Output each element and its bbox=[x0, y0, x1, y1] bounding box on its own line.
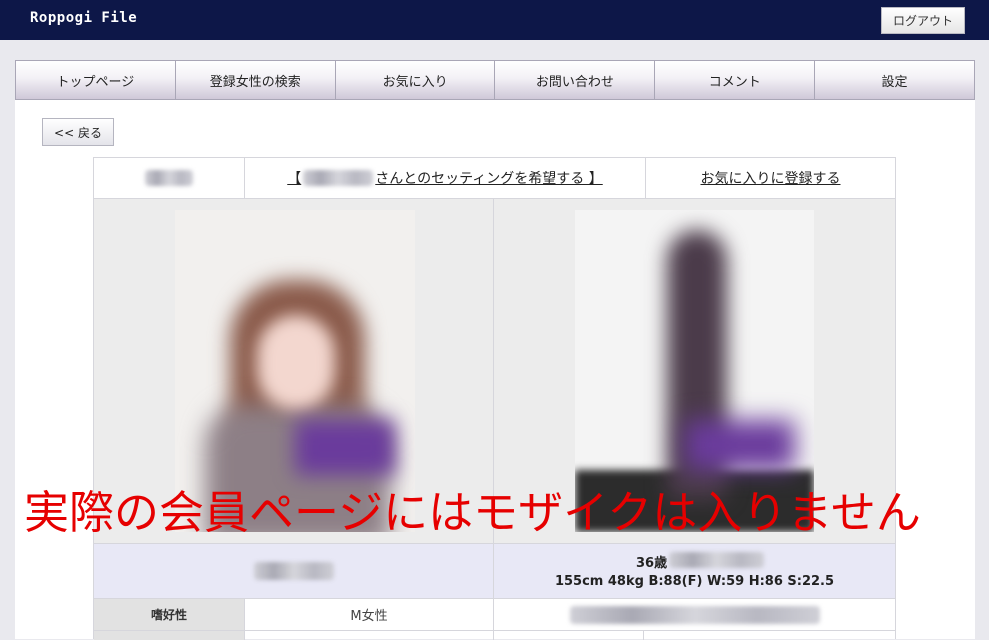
blurred-extra-info bbox=[669, 552, 764, 568]
profile-name-cell bbox=[94, 158, 245, 198]
preference-label: 嗜好性 bbox=[94, 599, 245, 630]
profile-stats-cell: 36歳 155cm 48kg B:88(F) W:59 H:86 S:22.5 bbox=[494, 544, 895, 598]
setting-open-bracket: 【 bbox=[287, 171, 302, 187]
site-brand[interactable]: Roppogi File bbox=[30, 10, 137, 26]
nav-top-page[interactable]: トップページ bbox=[16, 61, 176, 99]
profile-action-row: 【 さんとのセッティングを希望する 】 お気に入りに登録する bbox=[94, 158, 895, 199]
preference-row: 嗜好性 M女性 bbox=[94, 599, 895, 631]
profile-table: 【 さんとのセッティングを希望する 】 お気に入りに登録する 36歳 155cm… bbox=[93, 157, 896, 640]
age-text: 36歳 bbox=[636, 556, 668, 571]
setting-text: さんとのセッティングを希望する 】 bbox=[375, 171, 603, 187]
preference-extra-cell bbox=[494, 599, 895, 630]
blurred-name bbox=[145, 170, 193, 186]
profile-info-row: 36歳 155cm 48kg B:88(F) W:59 H:86 S:22.5 bbox=[94, 544, 895, 599]
profile-nickname-cell bbox=[94, 544, 494, 598]
logout-button[interactable]: ログアウト bbox=[881, 7, 965, 34]
back-button[interactable]: << 戻る bbox=[42, 118, 114, 146]
blurred-nickname bbox=[253, 562, 334, 580]
main-nav: トップページ 登録女性の検索 お気に入り お問い合わせ コメント 設定 bbox=[15, 60, 975, 100]
preference-value: M女性 bbox=[245, 599, 494, 630]
nav-contact[interactable]: お問い合わせ bbox=[495, 61, 656, 99]
nav-comments[interactable]: コメント bbox=[655, 61, 816, 99]
nav-settings[interactable]: 設定 bbox=[815, 61, 974, 99]
blurred-name-inline bbox=[303, 170, 374, 186]
add-favorite-link[interactable]: お気に入りに登録する bbox=[646, 158, 895, 198]
nav-favorites[interactable]: お気に入り bbox=[335, 61, 496, 99]
request-setting-link[interactable]: 【 さんとのセッティングを希望する 】 bbox=[245, 158, 646, 198]
nav-search[interactable]: 登録女性の検索 bbox=[175, 61, 336, 99]
top-header-bar: Roppogi File ログアウト bbox=[0, 0, 989, 40]
measurements-text: 155cm 48kg B:88(F) W:59 H:86 S:22.5 bbox=[554, 574, 835, 589]
mosaic-notice: 実際の会員ページにはモザイクは入りません bbox=[24, 486, 921, 539]
blurred-preference-detail bbox=[569, 605, 820, 624]
